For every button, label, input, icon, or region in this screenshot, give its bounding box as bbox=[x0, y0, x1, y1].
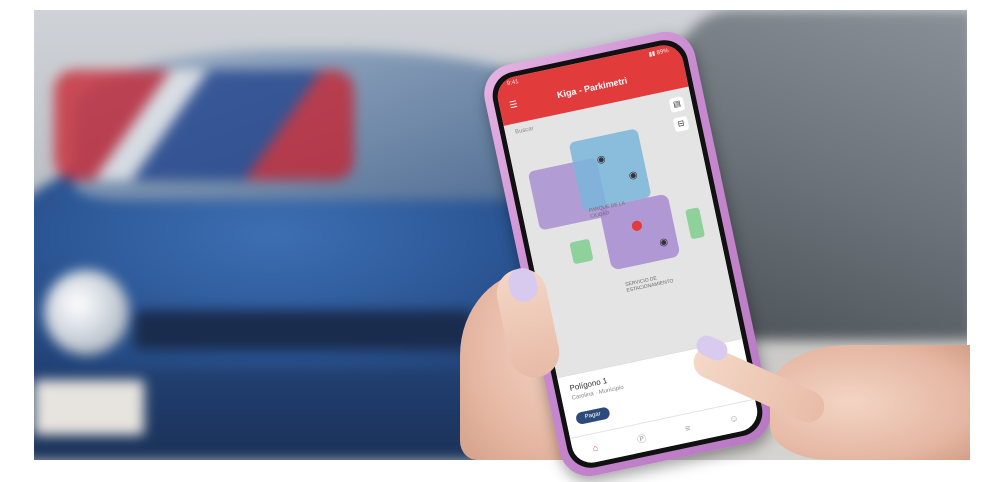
car-grille bbox=[134, 310, 474, 350]
license-plate bbox=[34, 380, 144, 435]
map-label: SERVICIO DE ESTACIONAMIENTO bbox=[624, 275, 675, 294]
status-time: 9:41 bbox=[506, 78, 520, 88]
zone-green-small[interactable] bbox=[569, 238, 594, 265]
zone-green-east[interactable] bbox=[685, 207, 706, 240]
pay-button[interactable]: Pagar bbox=[574, 406, 611, 426]
map-pin-icon[interactable]: ◉ bbox=[596, 154, 607, 167]
layers-icon[interactable]: ▤ bbox=[668, 96, 686, 113]
flag-reflection bbox=[54, 70, 354, 180]
status-battery: ▮▮ 89% bbox=[648, 48, 670, 59]
car-headlight bbox=[44, 270, 129, 355]
tab-map-icon[interactable]: ⌂ bbox=[592, 442, 599, 453]
search-hint[interactable]: Buscar bbox=[515, 126, 535, 136]
tab-profile-icon[interactable]: ☺ bbox=[728, 413, 739, 425]
map-pin-icon[interactable]: ◉ bbox=[658, 236, 669, 249]
selected-pin-icon[interactable]: ⬤ bbox=[630, 219, 643, 232]
tab-history-icon[interactable]: ≡ bbox=[684, 423, 691, 434]
tab-parking-icon[interactable]: Ⓟ bbox=[636, 431, 648, 446]
bus-icon[interactable]: ⊟ bbox=[672, 115, 690, 133]
map-pin-icon[interactable]: ◉ bbox=[628, 169, 639, 182]
